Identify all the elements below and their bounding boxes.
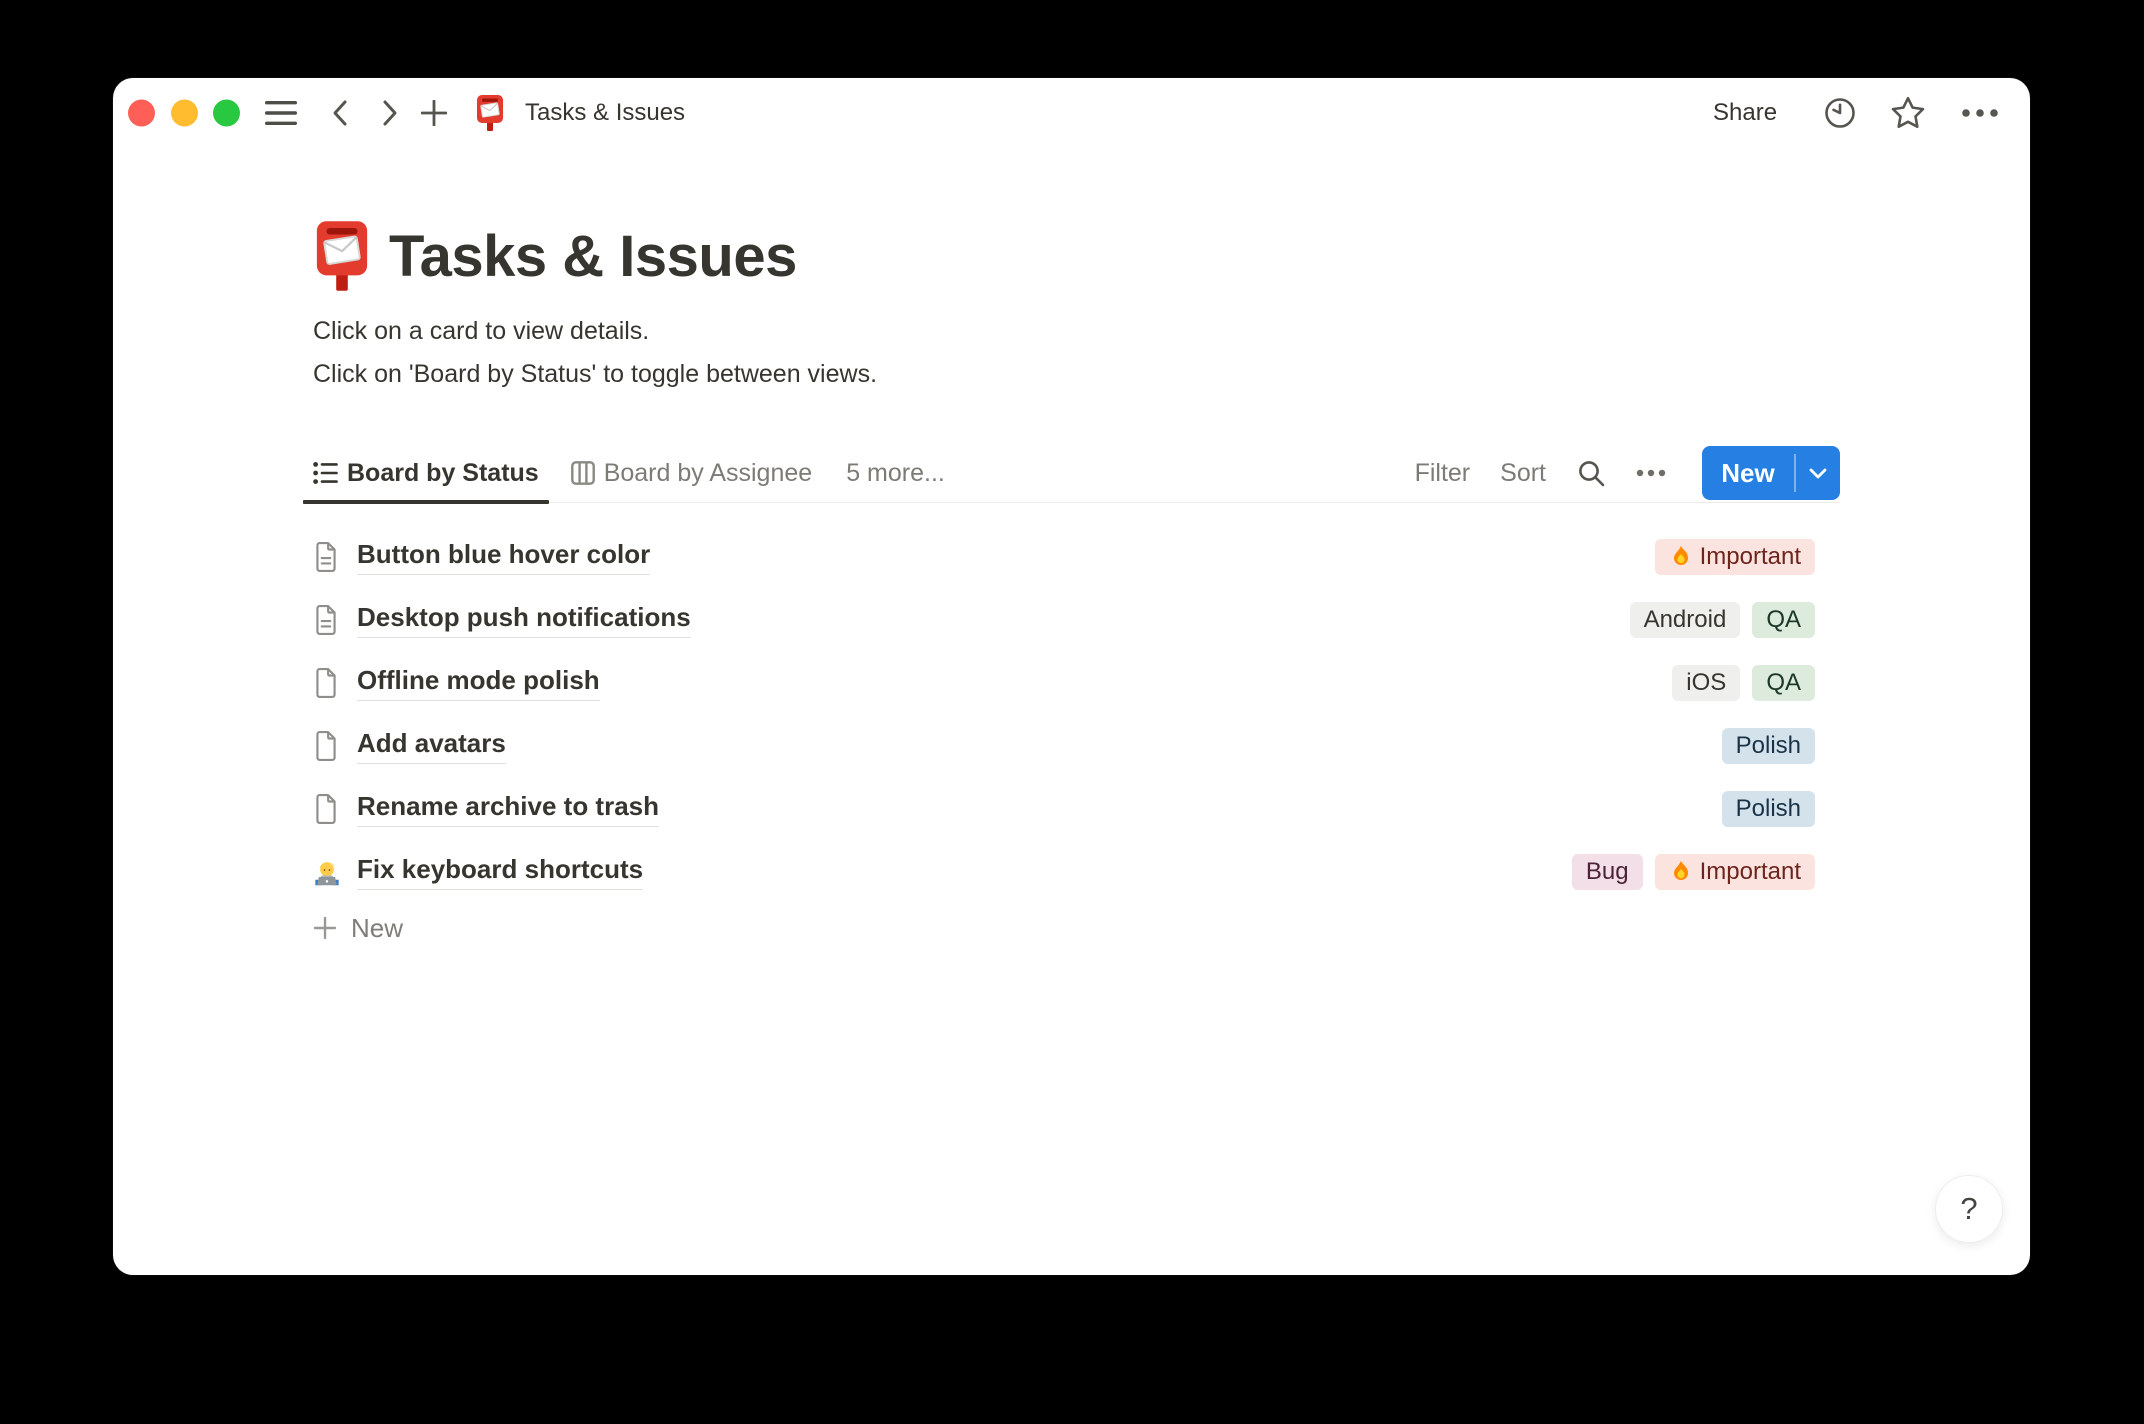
postbox-page-icon[interactable]: [313, 218, 371, 294]
page-text-icon: [313, 604, 339, 635]
description-line-1: Click on a card to view details.: [313, 317, 650, 345]
view-toolbar: Filter Sort New: [1415, 446, 1840, 500]
fire-icon: [1669, 860, 1693, 884]
back-chevron-icon[interactable]: [330, 99, 350, 127]
chevron-down-icon[interactable]: [1796, 446, 1841, 500]
titlebar-page-title: Tasks & Issues: [525, 99, 686, 126]
task-title[interactable]: Desktop push notifications: [357, 602, 691, 638]
new-tab-plus-icon[interactable]: [421, 100, 447, 126]
plus-icon: [313, 916, 337, 940]
page-header: Tasks & Issues: [313, 214, 797, 298]
tag-important[interactable]: Important: [1654, 853, 1815, 890]
tab-board-by-status[interactable]: Board by Status: [303, 444, 549, 504]
app-window: Tasks & Issues Share Tasks & Issues Clic…: [113, 78, 2030, 1275]
tag-qa[interactable]: QA: [1752, 601, 1815, 638]
task-title[interactable]: Fix keyboard shortcuts: [357, 854, 644, 890]
window-titlebar: Tasks & Issues Share: [113, 78, 2030, 148]
add-new-label: New: [351, 912, 404, 943]
task-row[interactable]: Rename archive to trash Polish: [313, 777, 1840, 840]
tag-label: Important: [1699, 542, 1801, 570]
tag-ios[interactable]: iOS: [1672, 664, 1741, 701]
star-icon[interactable]: [1889, 95, 1927, 131]
page-blank-icon: [313, 793, 339, 824]
tab-board-by-assignee[interactable]: Board by Assignee: [561, 444, 822, 502]
tag-label: Important: [1699, 857, 1801, 885]
task-row[interactable]: Button blue hover color Important: [313, 525, 1840, 588]
new-entry-button[interactable]: New: [1702, 446, 1840, 500]
page-description: Click on a card to view details. Click o…: [313, 310, 877, 396]
tag-group: iOS QA: [1672, 664, 1815, 701]
tag-important[interactable]: Important: [1654, 538, 1815, 575]
task-row[interactable]: Offline mode polish iOS QA: [313, 651, 1840, 714]
description-line-2: Click on 'Board by Status' to toggle bet…: [313, 360, 878, 388]
tag-label: iOS: [1686, 668, 1727, 696]
tag-label: Polish: [1735, 731, 1801, 759]
task-title[interactable]: Offline mode polish: [357, 665, 600, 701]
task-title[interactable]: Add avatars: [357, 728, 506, 764]
clock-icon[interactable]: [1823, 96, 1857, 130]
board-view-icon: [570, 461, 595, 485]
filter-button[interactable]: Filter: [1415, 459, 1471, 488]
task-row[interactable]: Add avatars Polish: [313, 714, 1840, 777]
tag-group: Polish: [1721, 727, 1815, 764]
tag-group: Android QA: [1629, 601, 1815, 638]
task-title[interactable]: Rename archive to trash: [357, 791, 660, 827]
tag-polish[interactable]: Polish: [1721, 727, 1815, 764]
forward-chevron-icon[interactable]: [380, 99, 400, 127]
minimize-window-button[interactable]: [171, 99, 198, 127]
tab-label: Board by Status: [347, 458, 539, 487]
page-text-icon: [313, 541, 339, 572]
page-blank-icon: [313, 667, 339, 698]
tag-label: QA: [1766, 605, 1801, 633]
view-options-ellipsis-icon[interactable]: [1636, 469, 1666, 477]
tag-label: QA: [1766, 668, 1801, 696]
postbox-icon: [475, 94, 505, 132]
task-title[interactable]: Button blue hover color: [357, 539, 651, 575]
tag-bug[interactable]: Bug: [1571, 853, 1643, 890]
view-tabs-bar: Board by Status Board by Assignee 5 more…: [303, 444, 1840, 504]
page-title: Tasks & Issues: [389, 223, 797, 289]
tag-polish[interactable]: Polish: [1721, 790, 1815, 827]
zoom-window-button[interactable]: [213, 99, 240, 127]
new-button-label[interactable]: New: [1702, 446, 1794, 500]
sidebar-menu-icon[interactable]: [265, 101, 297, 125]
question-mark-icon: ?: [1960, 1191, 1978, 1226]
page-blank-icon: [313, 730, 339, 761]
search-icon[interactable]: [1576, 458, 1606, 488]
share-button[interactable]: Share: [1713, 99, 1777, 127]
tag-label: Bug: [1585, 857, 1629, 885]
tag-label: Android: [1643, 605, 1727, 633]
tag-android[interactable]: Android: [1629, 601, 1741, 638]
ellipsis-icon[interactable]: [1961, 108, 1999, 118]
technologist-emoji-icon: [313, 857, 339, 887]
close-window-button[interactable]: [128, 99, 155, 127]
list-view-icon: [313, 461, 338, 485]
task-list: Button blue hover color Important Deskto…: [313, 525, 1840, 903]
more-views-link[interactable]: 5 more...: [846, 459, 945, 488]
tag-group: Important: [1654, 538, 1815, 575]
tag-group: Polish: [1721, 790, 1815, 827]
help-button[interactable]: ?: [1935, 1175, 2003, 1243]
add-new-task-button[interactable]: New: [313, 906, 403, 950]
tag-qa[interactable]: QA: [1752, 664, 1815, 701]
tag-label: Polish: [1735, 794, 1801, 822]
tab-label: Board by Assignee: [603, 458, 813, 487]
task-row[interactable]: Desktop push notifications Android QA: [313, 588, 1840, 651]
tag-group: Bug Important: [1571, 853, 1815, 890]
fire-icon: [1669, 545, 1693, 569]
sort-button[interactable]: Sort: [1500, 459, 1546, 488]
task-row[interactable]: Fix keyboard shortcuts Bug Important: [313, 840, 1840, 903]
